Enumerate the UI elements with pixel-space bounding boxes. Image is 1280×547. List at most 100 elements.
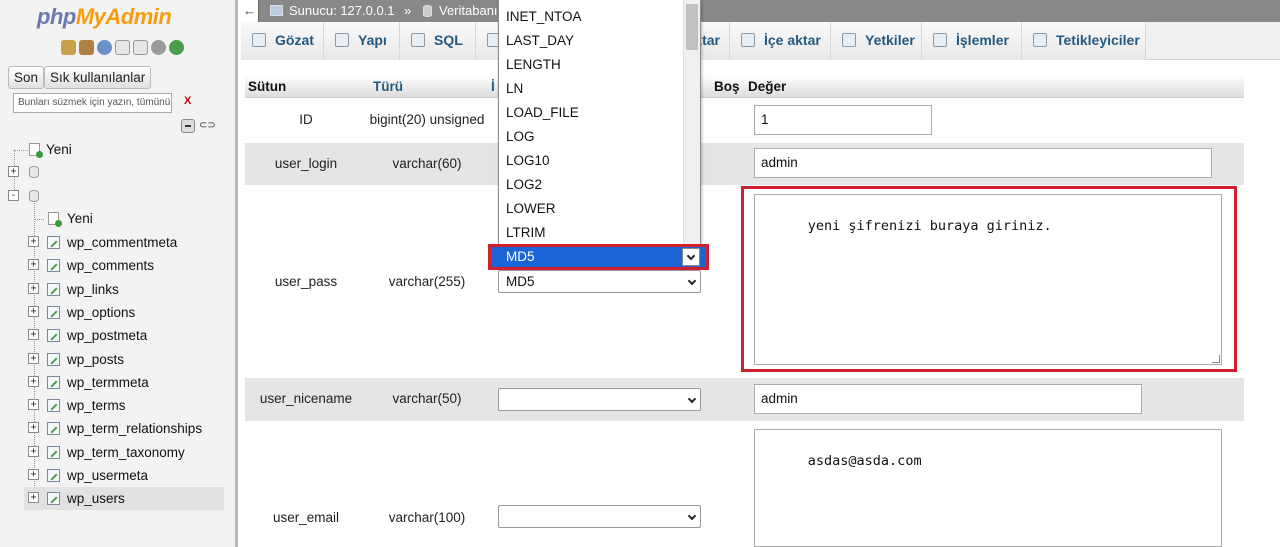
collapse-icon[interactable]: - [8, 190, 19, 201]
back-arrow-icon[interactable]: ← [241, 0, 259, 22]
help-icon[interactable] [97, 40, 112, 55]
import-icon [741, 33, 755, 47]
dropdown-option[interactable]: LOWER [499, 197, 683, 221]
expand-icon[interactable]: + [28, 446, 39, 457]
expand-icon[interactable]: + [28, 283, 39, 294]
tab-import[interactable]: İçe aktar [730, 22, 831, 60]
dropdown-option-selected-label: MD5 [506, 249, 535, 264]
tree-table-item[interactable]: wp_users [67, 491, 125, 506]
value-textarea-user-pass[interactable]: yeni şifrenizi buraya giriniz. [754, 194, 1222, 365]
value-input-user-nicename[interactable]: admin [754, 384, 1142, 414]
column-type: varchar(50) [392, 391, 462, 406]
tree-table-item[interactable]: wp_term_taxonomy [67, 445, 185, 460]
privileges-icon [842, 33, 856, 47]
tab-triggers[interactable]: Tetikleyiciler [1022, 22, 1146, 60]
tree-table-item[interactable]: wp_links [67, 282, 119, 297]
function-select-value: MD5 [506, 274, 535, 289]
tree-table-item[interactable]: wp_comments [67, 258, 154, 273]
table-row: user_email varchar(100) asdas@asda.com [245, 421, 1244, 547]
header-type[interactable]: Türü [373, 79, 403, 94]
settings-icon[interactable] [151, 40, 166, 55]
resize-grip-icon[interactable] [1212, 355, 1220, 363]
dropdown-scrollbar[interactable] [683, 0, 700, 247]
sql-window-icon[interactable] [79, 40, 94, 55]
tree-new-table[interactable]: Yeni [67, 211, 93, 226]
tab-sql[interactable]: SQL [400, 22, 476, 60]
tree-table-item[interactable]: wp_usermeta [67, 468, 148, 483]
table-icon [47, 283, 60, 296]
tab-bar: Gözat Yapı SQL ktar İçe aktar Yetkiler İ… [241, 22, 1280, 60]
expand-icon[interactable]: + [8, 166, 19, 177]
tab-structure[interactable]: Yapı [324, 22, 400, 60]
header-function[interactable]: İ [491, 79, 495, 94]
tree-connector [34, 219, 44, 220]
tab-browse[interactable]: Gözat [241, 22, 324, 60]
table-icon [47, 492, 60, 505]
tree-table-item[interactable]: wp_postmeta [67, 328, 147, 343]
tree-connector [14, 150, 30, 151]
dropdown-option[interactable]: LOG [499, 125, 683, 149]
structure-icon [335, 33, 349, 47]
dropdown-option[interactable]: LENGTH [499, 53, 683, 77]
dropdown-option[interactable]: LOG2 [499, 173, 683, 197]
link-with-main-icon[interactable]: ⊂⊃ [199, 120, 216, 132]
expand-icon[interactable]: + [28, 329, 39, 340]
home-icon[interactable] [61, 40, 76, 55]
triggers-icon [1033, 33, 1047, 47]
collapse-all-button[interactable] [181, 119, 195, 133]
breadcrumb-separator: » [404, 3, 412, 18]
tree-table-item[interactable]: wp_options [67, 305, 135, 320]
tree-table-item[interactable]: wp_termmeta [67, 375, 149, 390]
dropdown-option[interactable]: LAST_DAY [499, 29, 683, 53]
table-row: user_pass varchar(255) MD5 yeni şifreniz… [245, 185, 1244, 378]
tree-table-item[interactable]: wp_commentmeta [67, 235, 177, 250]
table-header: Sütun Türü İ Boş Değer [245, 75, 1244, 98]
breadcrumb-server[interactable]: Sunucu: 127.0.0.1 [289, 3, 395, 18]
tab-privileges[interactable]: Yetkiler [831, 22, 922, 60]
value-input-user-login[interactable]: admin [754, 148, 1212, 178]
expand-icon[interactable]: + [28, 353, 39, 364]
dropdown-option[interactable]: LN [499, 77, 683, 101]
function-dropdown-list[interactable]: INET_NTOA LAST_DAY LENGTH LN LOAD_FILE LOG LOG… [498, 0, 701, 247]
reload-icon[interactable] [169, 40, 184, 55]
favorites-button[interactable]: Sık kullanılanlar [44, 66, 152, 89]
header-column: Sütun [248, 79, 287, 94]
function-select-user-pass[interactable]: MD5 [498, 270, 701, 293]
expand-icon[interactable]: + [28, 376, 39, 387]
value-textarea-user-email[interactable]: asdas@asda.com [754, 429, 1222, 547]
expand-icon[interactable]: + [28, 259, 39, 270]
tree-new-database[interactable]: Yeni [46, 142, 72, 157]
logo-php-text: php [37, 4, 76, 29]
expand-icon[interactable]: + [28, 492, 39, 503]
expand-icon[interactable]: + [28, 236, 39, 247]
dropdown-scrollbar-thumb[interactable] [686, 4, 698, 50]
phpmyadmin-logo[interactable]: phpMyAdmin [37, 4, 172, 30]
docs-icon[interactable] [115, 40, 130, 55]
tab-operations[interactable]: İşlemler [922, 22, 1022, 60]
recent-button[interactable]: Son [8, 66, 45, 89]
filter-clear-button[interactable]: X [184, 95, 191, 107]
dropdown-option[interactable]: INET_NTOA [499, 5, 683, 29]
expand-icon[interactable]: + [28, 306, 39, 317]
value-input-id[interactable]: 1 [754, 105, 932, 135]
chevron-down-icon[interactable] [682, 248, 700, 266]
tree-table-item[interactable]: wp_terms [67, 398, 126, 413]
table-icon [47, 446, 60, 459]
tree-table-item[interactable]: wp_posts [67, 352, 124, 367]
dropdown-option[interactable]: LOAD_FILE [499, 101, 683, 125]
breadcrumb-database[interactable]: Veritabanı [439, 3, 498, 18]
expand-icon[interactable]: + [28, 469, 39, 480]
expand-icon[interactable]: + [28, 422, 39, 433]
filter-input[interactable]: Bunları süzmek için yazın, tümünü ar [13, 93, 172, 113]
database-icon [29, 166, 39, 178]
dropdown-option[interactable]: LOG10 [499, 149, 683, 173]
function-select-user-nicename[interactable] [498, 388, 701, 411]
tree-table-item[interactable]: wp_term_relationships [67, 421, 202, 436]
function-select-user-email[interactable] [498, 505, 701, 528]
expand-icon[interactable]: + [28, 399, 39, 410]
nav-icon-bar [61, 40, 184, 55]
copy-icon[interactable] [133, 40, 148, 55]
table-icon [47, 259, 60, 272]
column-type: varchar(60) [392, 156, 462, 171]
dropdown-option[interactable]: LTRIM [499, 221, 683, 245]
